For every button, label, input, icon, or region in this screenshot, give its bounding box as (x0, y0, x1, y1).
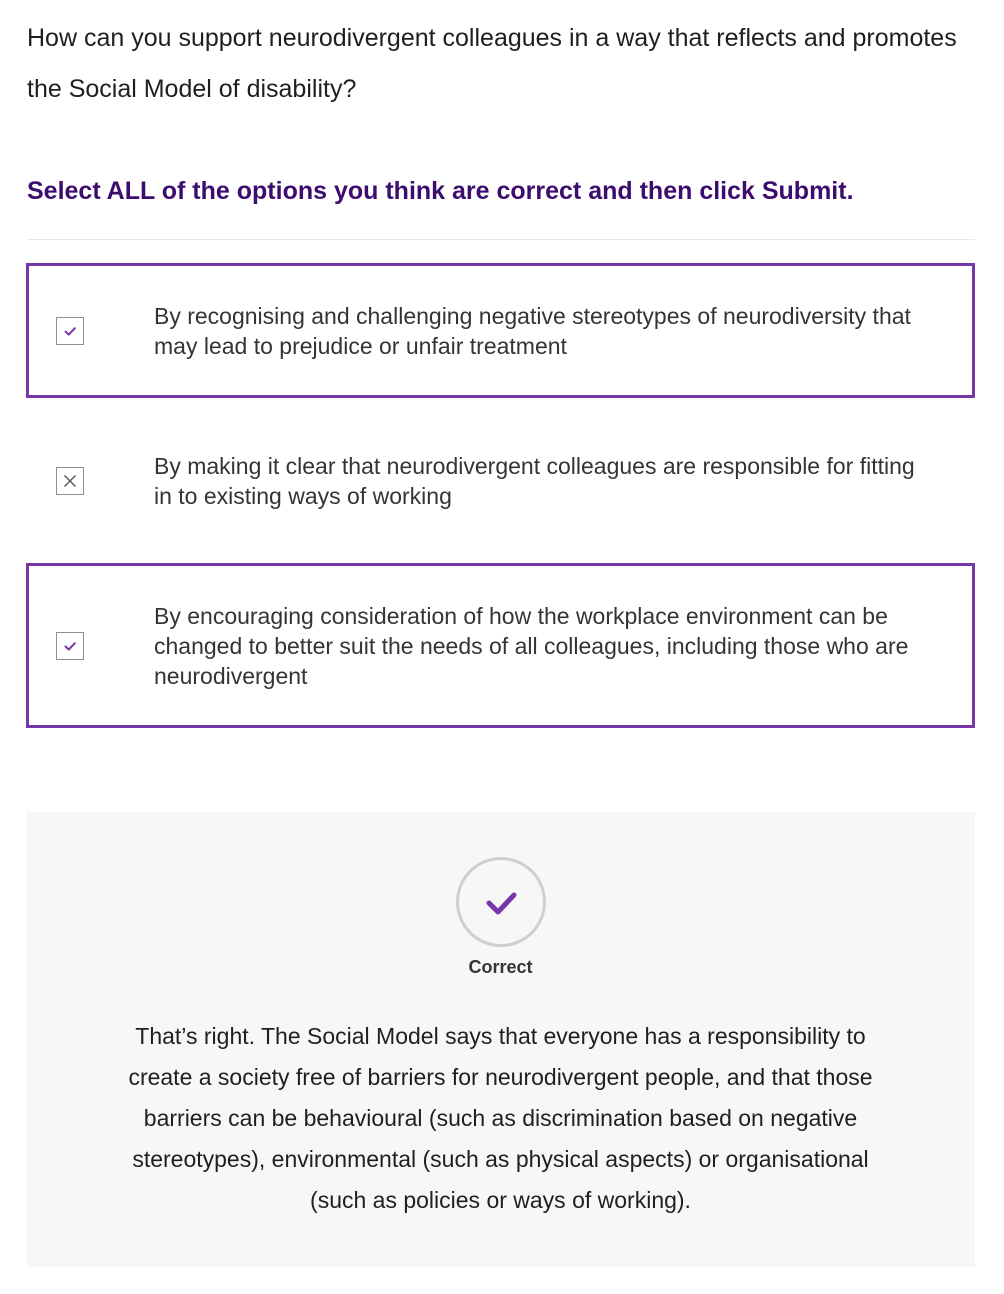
checkbox-unchecked[interactable] (56, 466, 84, 495)
answer-option-2[interactable]: By making it clear that neurodivergent c… (26, 413, 975, 548)
result-status-badge (456, 857, 546, 947)
result-status-label: Correct (468, 957, 533, 977)
feedback-message: That’s right. The Social Model says that… (128, 1023, 873, 1213)
cross-icon (64, 474, 76, 487)
feedback-panel: Correct That’s right. The Social Model s… (26, 812, 975, 1267)
answer-option-label: By making it clear that neurodivergent c… (154, 452, 915, 509)
divider (27, 239, 975, 240)
answer-option-label: By recognising and challenging negative … (154, 302, 911, 359)
check-icon (64, 326, 76, 336)
question-text: How can you support neurodivergent colle… (27, 24, 957, 103)
answer-option-3[interactable]: By encouraging consideration of how the … (26, 563, 975, 728)
checkbox-checked[interactable] (56, 631, 84, 660)
answer-option-1[interactable]: By recognising and challenging negative … (26, 263, 975, 398)
check-circle-icon (486, 892, 517, 915)
checkbox-checked[interactable] (56, 316, 84, 345)
check-icon (64, 641, 76, 651)
instruction-text: Select ALL of the options you think are … (27, 177, 854, 205)
answer-option-label: By encouraging consideration of how the … (154, 602, 909, 689)
